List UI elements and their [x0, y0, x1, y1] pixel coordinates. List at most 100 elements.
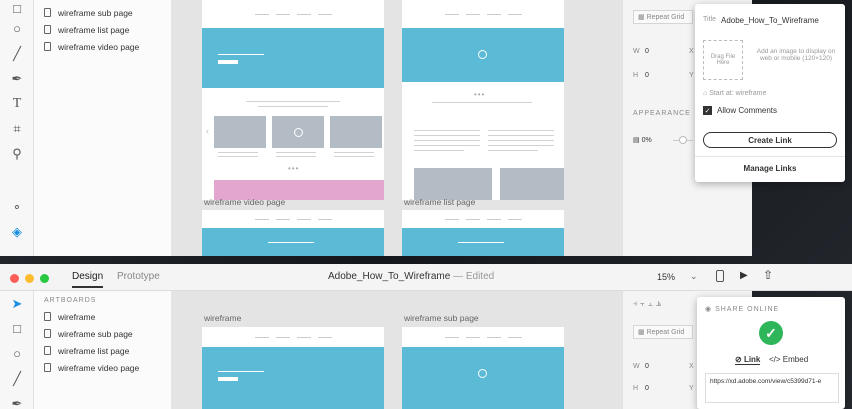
create-link-button[interactable]: Create Link	[703, 132, 837, 148]
rectangle-tool-icon[interactable]: □	[0, 0, 34, 16]
title-bar: Design Prototype Adobe_How_To_Wireframe …	[0, 264, 852, 291]
artboard-icon	[44, 329, 51, 338]
layer-label: wireframe list page	[58, 345, 130, 356]
pen-tool-icon[interactable]: ✒	[0, 391, 34, 409]
layers-icon[interactable]: ◈	[0, 219, 34, 244]
hero-banner	[402, 28, 564, 82]
maximize-button[interactable]	[40, 274, 49, 283]
width-field[interactable]: 0	[645, 48, 649, 55]
share-icon[interactable]: ⇧	[763, 268, 773, 282]
layer-item[interactable]: wireframe list page	[34, 21, 171, 38]
layers-header: ARTBOARDS	[44, 297, 97, 304]
line-tool-icon[interactable]: ╱	[0, 366, 34, 391]
artboard-label[interactable]: wireframe list page	[404, 197, 475, 207]
height-label: H	[633, 385, 639, 392]
device-preview-icon[interactable]	[716, 270, 724, 282]
artboard-icon	[44, 25, 51, 34]
minimize-button[interactable]	[25, 274, 34, 283]
layer-item[interactable]: wireframe	[34, 308, 171, 325]
layer-item[interactable]: wireframe video page	[34, 359, 171, 376]
artboard-icon	[44, 346, 51, 355]
width-label: W	[633, 363, 640, 370]
x-label: X	[689, 363, 694, 370]
artboard-list-page-2[interactable]	[402, 210, 564, 256]
artboard-icon	[44, 8, 51, 17]
height-field[interactable]: 0	[645, 72, 649, 79]
appearance-heading: APPEARANCE	[633, 110, 691, 117]
zoom-tool-icon[interactable]: ⚲	[0, 141, 34, 166]
layer-label: wireframe	[58, 311, 96, 322]
repeat-grid-button[interactable]: ▦ Repeat Grid	[633, 325, 693, 339]
title-label: Title	[703, 16, 716, 23]
tab-embed[interactable]: </> Embed	[769, 355, 808, 364]
layer-item[interactable]: wireframe list page	[34, 342, 171, 359]
symbols-icon[interactable]: ∘	[0, 194, 34, 219]
title-field[interactable]: Adobe_How_To_Wireframe	[721, 16, 819, 25]
layers-panel: ARTBOARDS wireframe wireframe sub page w…	[34, 291, 172, 409]
zoom-level[interactable]: 15%	[657, 272, 675, 282]
bottom-window: Design Prototype Adobe_How_To_Wireframe …	[0, 264, 852, 409]
artboard-tool-icon[interactable]: ⌗	[0, 116, 34, 141]
layer-label: wireframe sub page	[58, 328, 133, 339]
hero-banner	[202, 28, 384, 88]
close-button[interactable]	[10, 274, 19, 283]
artboard-icon	[44, 363, 51, 372]
start-at-label: ⌂ Start at: wireframe	[703, 90, 767, 97]
opacity-slider-handle[interactable]	[679, 136, 687, 144]
document-title: Adobe_How_To_Wireframe — Edited	[328, 271, 495, 282]
layer-label: wireframe video page	[58, 41, 140, 52]
share-online-header: ◉ SHARE ONLINE	[705, 306, 780, 313]
ellipse-tool-icon[interactable]: ○	[0, 341, 34, 366]
check-icon: ✓	[703, 106, 712, 115]
drag-file-dropzone[interactable]: Drag File Here	[703, 40, 743, 80]
eye-icon: ◉	[705, 306, 713, 313]
select-tool-icon[interactable]: ➤	[0, 291, 34, 316]
image-hint: Add an image to display on web or mobile…	[756, 48, 836, 62]
share-link-popover: Title Adobe_How_To_Wireframe Drag File H…	[695, 4, 845, 182]
artboard-icon	[44, 312, 51, 321]
zoom-dropdown-icon[interactable]: ⌄	[690, 271, 698, 282]
share-online-popover: ◉ SHARE ONLINE ✓ ⊘ Link </> Embed https:…	[697, 297, 845, 409]
y-label: Y	[689, 385, 694, 392]
repeat-grid-button[interactable]: ▦ Repeat Grid	[633, 10, 693, 24]
artboard-wireframe[interactable]	[202, 327, 384, 409]
height-field[interactable]: 0	[645, 385, 649, 392]
manage-links-button[interactable]: Manage Links	[695, 164, 845, 173]
artboard-sub-page[interactable]: ‹ › •••	[202, 0, 384, 200]
ellipse-tool-icon[interactable]: ○	[0, 16, 34, 41]
canvas[interactable]: ‹ › ••• •••	[172, 0, 622, 256]
layers-panel: wireframe sub page wireframe list page w…	[34, 0, 172, 256]
width-label: W	[633, 48, 640, 55]
canvas[interactable]: wireframe wireframe sub page	[172, 291, 622, 409]
play-icon[interactable]: ▶	[740, 270, 748, 281]
layer-label: wireframe video page	[58, 362, 140, 373]
artboard-nav	[202, 0, 384, 28]
line-tool-icon[interactable]: ╱	[0, 41, 34, 66]
layer-item[interactable]: wireframe sub page	[34, 325, 171, 342]
artboard-label[interactable]: wireframe	[204, 313, 241, 323]
layer-item[interactable]: wireframe video page	[34, 38, 171, 55]
artboard-list-page[interactable]: •••	[402, 0, 564, 200]
tab-link[interactable]: ⊘ Link	[735, 355, 761, 365]
artboard-icon	[44, 42, 51, 51]
artboard-label[interactable]: wireframe video page	[204, 197, 285, 207]
tab-prototype[interactable]: Prototype	[117, 271, 160, 282]
artboard-label[interactable]: wireframe sub page	[404, 313, 479, 323]
tool-bar: □ ○ ╱ ✒ T ⌗ ⚲ ∘ ◈	[0, 0, 34, 256]
x-label: X	[689, 48, 694, 55]
tool-bar: ➤ □ ○ ╱ ✒	[0, 291, 34, 409]
share-url-field[interactable]: https://xd.adobe.com/view/c5399d71-e	[705, 373, 839, 403]
align-icons[interactable]: ⫞⫟⫠⫡	[633, 299, 664, 309]
pen-tool-icon[interactable]: ✒	[0, 66, 34, 91]
tab-design[interactable]: Design	[72, 271, 104, 288]
allow-comments-checkbox[interactable]: ✓ Allow Comments	[703, 106, 777, 115]
text-tool-icon[interactable]: T	[0, 91, 34, 116]
artboard-sub-page[interactable]	[402, 327, 564, 409]
opacity-field[interactable]: ▤ 0%	[633, 136, 652, 144]
rectangle-tool-icon[interactable]: □	[0, 316, 34, 341]
artboard-video-page[interactable]	[202, 210, 384, 256]
top-window: □ ○ ╱ ✒ T ⌗ ⚲ ∘ ◈ wireframe sub page wir…	[0, 0, 852, 256]
width-field[interactable]: 0	[645, 363, 649, 370]
layer-item[interactable]: wireframe sub page	[34, 4, 171, 21]
success-check-icon: ✓	[759, 321, 783, 345]
